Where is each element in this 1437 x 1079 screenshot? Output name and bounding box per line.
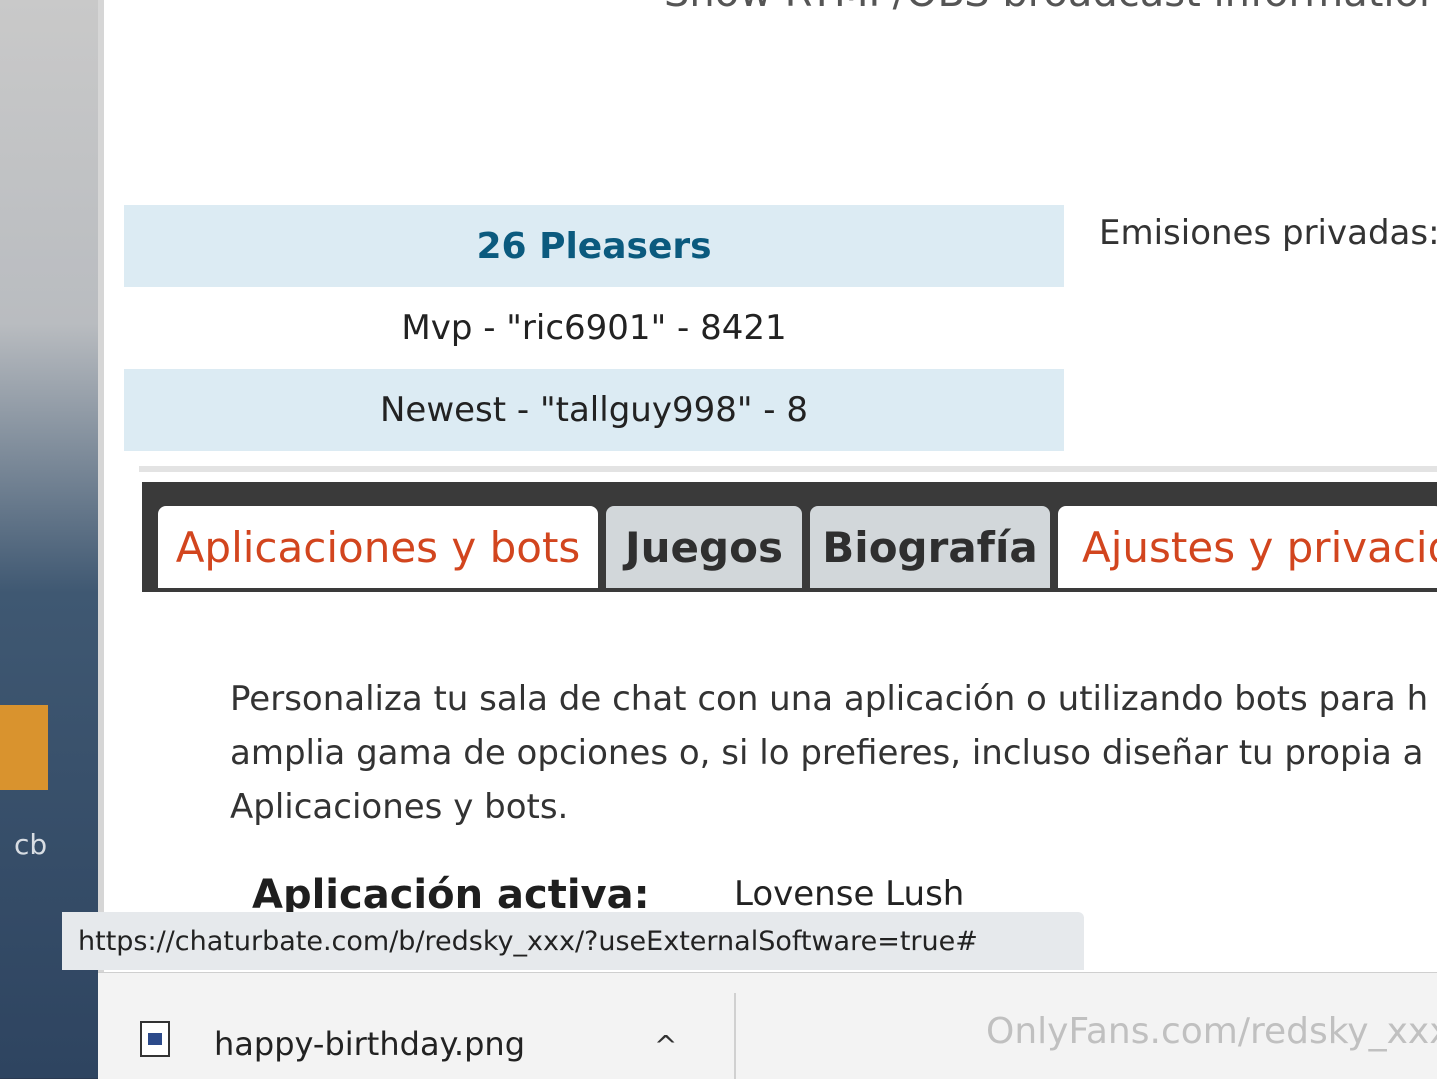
broadcast-info-link[interactable]: Show RTMP/OBS broadcast information (664, 0, 1437, 16)
pleasers-title-row: 26 Pleasers (124, 205, 1064, 287)
active-app-value[interactable]: Lovense Lush (734, 874, 964, 914)
desktop-icon[interactable] (0, 705, 48, 790)
chevron-up-icon[interactable]: ^ (654, 1029, 677, 1062)
tab-apps-and-bots[interactable]: Aplicaciones y bots (158, 506, 598, 588)
newest-row: Newest - "tallguy998" - 8 (124, 369, 1064, 451)
private-shows-label: Emisiones privadas: ( (1099, 213, 1437, 253)
pleasers-title: 26 Pleasers (476, 225, 712, 267)
panel-divider (139, 466, 1437, 472)
download-divider (734, 993, 736, 1079)
download-filename[interactable]: happy-birthday.png (214, 1025, 525, 1063)
mvp-text: Mvp - "ric6901" - 8421 (401, 308, 787, 348)
file-icon (140, 1021, 170, 1057)
download-bar: happy-birthday.png ^ OnlyFans.com/redsky… (98, 972, 1437, 1079)
apps-description-line: Aplicaciones y bots. (230, 787, 569, 827)
newest-text: Newest - "tallguy998" - 8 (379, 390, 808, 430)
pleasers-panel: 26 Pleasers Mvp - "ric6901" - 8421 Newes… (124, 205, 1064, 451)
status-url: https://chaturbate.com/b/redsky_xxx/?use… (78, 925, 978, 957)
tab-biography[interactable]: Biografía (810, 506, 1050, 588)
tab-games[interactable]: Juegos (606, 506, 802, 588)
apps-description-line: amplia gama de opciones o, si lo prefier… (230, 733, 1424, 773)
watermark: OnlyFans.com/redsky_xxx (986, 1011, 1437, 1052)
status-url-bar: https://chaturbate.com/b/redsky_xxx/?use… (62, 912, 1084, 970)
tab-bar: Aplicaciones y bots Juegos Biografía Aju… (142, 482, 1437, 592)
apps-description: Personaliza tu sala de chat con una apli… (230, 672, 1437, 834)
apps-description-line: Personaliza tu sala de chat con una apli… (230, 679, 1429, 719)
desktop-label: cb (14, 828, 48, 861)
mvp-row: Mvp - "ric6901" - 8421 (124, 287, 1064, 369)
tab-settings-privacy[interactable]: Ajustes y privacida (1058, 506, 1437, 588)
